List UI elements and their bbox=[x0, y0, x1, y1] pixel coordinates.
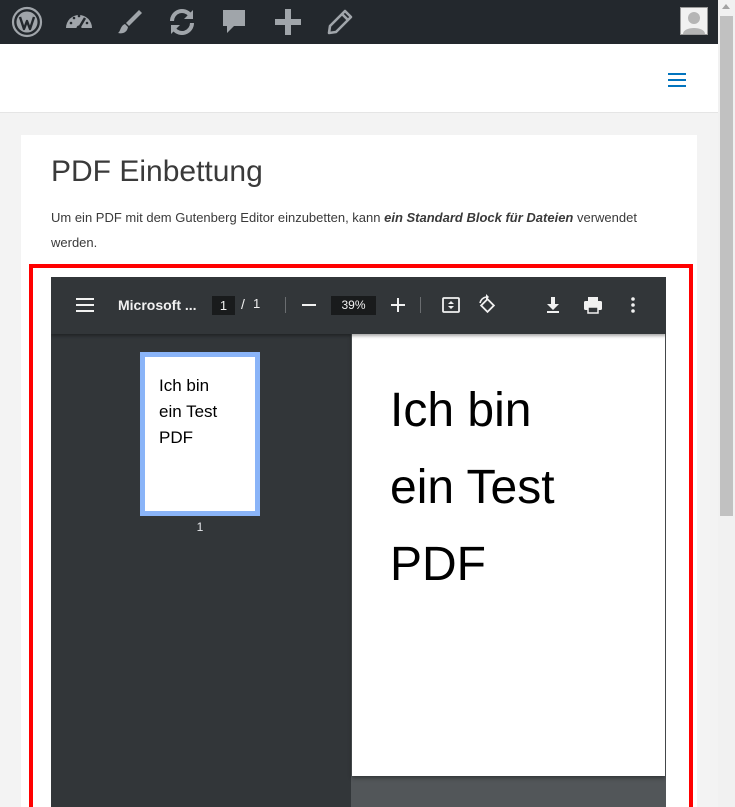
page-text-line: Ich bin bbox=[390, 384, 532, 437]
toolbar-divider bbox=[420, 297, 421, 313]
page-number-input[interactable]: 1 bbox=[212, 296, 235, 315]
zoom-out-icon[interactable] bbox=[300, 296, 318, 314]
pdf-page: Ich bin ein Test PDF bbox=[352, 334, 665, 776]
updates-icon[interactable] bbox=[166, 6, 198, 38]
page-thumbnail[interactable]: Ich bin ein Test PDF bbox=[140, 352, 260, 516]
dashboard-icon[interactable] bbox=[63, 6, 95, 38]
intro-text-before: Um ein PDF mit dem Gutenberg Editor einz… bbox=[51, 210, 385, 225]
print-icon[interactable] bbox=[583, 295, 603, 315]
menu-icon[interactable] bbox=[75, 295, 95, 315]
zoom-in-icon[interactable] bbox=[389, 296, 407, 314]
wordpress-icon[interactable] bbox=[11, 6, 43, 38]
download-icon[interactable] bbox=[543, 295, 563, 315]
thumbnail-text-line: PDF bbox=[159, 428, 193, 447]
page-text-line: ein Test bbox=[390, 461, 555, 514]
new-content-icon[interactable] bbox=[272, 6, 304, 38]
hamburger-menu-icon[interactable] bbox=[668, 73, 686, 87]
comments-icon[interactable] bbox=[218, 6, 250, 38]
pdf-toolbar: Microsoft ... 1 / 1 39% bbox=[51, 277, 666, 334]
avatar[interactable] bbox=[680, 7, 708, 35]
thumbnail-text-line: ein Test bbox=[159, 402, 218, 421]
scroll-up-icon[interactable] bbox=[722, 4, 730, 9]
admin-bar bbox=[0, 0, 718, 44]
edit-icon[interactable] bbox=[324, 6, 356, 38]
customize-icon[interactable] bbox=[114, 6, 146, 38]
user-avatar-icon bbox=[683, 12, 705, 34]
toolbar-divider bbox=[285, 297, 286, 313]
more-options-icon[interactable] bbox=[623, 295, 643, 315]
intro-emphasis: ein Standard Block für Dateien bbox=[384, 210, 574, 225]
site-header bbox=[0, 44, 718, 113]
thumbnail-page-number: 1 bbox=[196, 520, 204, 534]
intro-paragraph: Um ein PDF mit dem Gutenberg Editor einz… bbox=[51, 205, 671, 255]
page-title: PDF Einbettung bbox=[51, 155, 263, 188]
thumbnail-text-line: Ich bin bbox=[159, 376, 210, 395]
rotate-icon[interactable] bbox=[476, 294, 498, 316]
scroll-thumb[interactable] bbox=[720, 16, 733, 516]
page-content: Ich bin ein Test PDF bbox=[390, 372, 555, 603]
fit-to-page-icon[interactable] bbox=[441, 295, 461, 315]
document-title: Microsoft ... bbox=[118, 297, 197, 313]
pdf-viewer: Microsoft ... 1 / 1 39% Ich bin ein Test… bbox=[51, 277, 666, 807]
page-scrollbar[interactable] bbox=[718, 0, 735, 807]
page-separator: / bbox=[241, 296, 245, 312]
page-text-line: PDF bbox=[390, 538, 486, 591]
page-total: 1 bbox=[253, 296, 261, 311]
zoom-level-input[interactable]: 39% bbox=[331, 296, 376, 315]
thumbnail-sidebar: Ich bin ein Test PDF 1 bbox=[51, 334, 351, 807]
